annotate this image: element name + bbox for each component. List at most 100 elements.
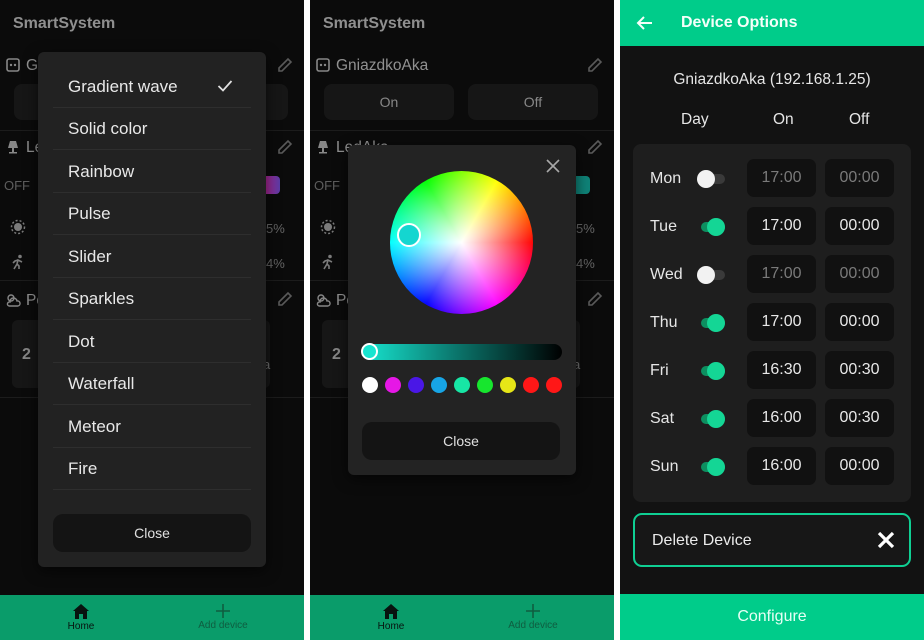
nav-add-label: Add device (508, 620, 558, 631)
on-time-field[interactable]: 16:00 (747, 399, 816, 437)
toggle-thumb (697, 266, 715, 284)
menu-item-label: Pulse (68, 203, 111, 223)
device-heading: GniazdkoAka (192.168.1.25) (673, 71, 871, 88)
preset-color[interactable] (523, 377, 539, 393)
nav-home[interactable]: Home (31, 595, 131, 640)
column-day: Day (681, 111, 709, 128)
day-toggle[interactable] (697, 314, 725, 332)
menu-item-slider[interactable]: Slider (53, 236, 251, 278)
off-time-field[interactable]: 00:00 (825, 159, 894, 197)
brightness-slider-knob[interactable] (361, 343, 378, 360)
plus-icon (526, 604, 540, 618)
color-wheel-handle[interactable] (397, 223, 421, 247)
day-label: Wed (650, 266, 683, 283)
preset-color[interactable] (431, 377, 447, 393)
toggle-thumb (707, 410, 725, 428)
delete-device-label: Delete Device (652, 532, 752, 549)
menu-item-label: Rainbow (68, 161, 135, 181)
day-label: Thu (650, 314, 678, 331)
off-time-field[interactable]: 00:30 (825, 351, 894, 389)
delete-device-button[interactable]: Delete Device (633, 513, 911, 567)
close-button[interactable]: Close (53, 514, 251, 552)
close-icon[interactable] (546, 159, 560, 173)
day-label: Mon (650, 170, 682, 187)
preset-color[interactable] (408, 377, 424, 393)
nav-add-device[interactable]: Add device (483, 595, 583, 640)
off-time-field[interactable]: 00:00 (825, 303, 894, 341)
column-on: On (773, 111, 794, 128)
menu-item-sparkles[interactable]: Sparkles (53, 278, 251, 320)
menu-item-fire[interactable]: Fire (53, 448, 251, 490)
off-time-field[interactable]: 00:00 (825, 447, 894, 485)
toggle-thumb (707, 314, 725, 332)
close-button[interactable]: Close (362, 422, 560, 460)
toggle-thumb (707, 362, 725, 380)
nav-home-label: Home (67, 620, 95, 632)
menu-item-label: Fire (68, 458, 98, 478)
day-label: Sat (650, 410, 675, 427)
nav-add-label: Add device (198, 620, 248, 631)
toggle-thumb (707, 218, 725, 236)
column-off: Off (849, 111, 870, 128)
on-time-field[interactable]: 16:30 (747, 351, 816, 389)
menu-item-label: Slider (68, 246, 112, 266)
menu-item-meteor[interactable]: Meteor (53, 406, 251, 448)
menu-item-rainbow[interactable]: Rainbow (53, 151, 251, 193)
preset-color[interactable] (477, 377, 493, 393)
menu-item-label: Meteor (68, 416, 121, 436)
menu-item-pulse[interactable]: Pulse (53, 193, 251, 235)
on-time-field[interactable]: 17:00 (747, 159, 816, 197)
nav-home[interactable]: Home (341, 595, 441, 640)
preset-color[interactable] (546, 377, 562, 393)
off-time-field[interactable]: 00:00 (825, 255, 894, 293)
home-icon (73, 603, 89, 619)
menu-item-label: Solid color (68, 118, 148, 138)
close-icon (877, 531, 895, 549)
bottom-nav: Home Add device (0, 595, 304, 640)
day-toggle[interactable] (697, 170, 725, 188)
home-screen-color: SmartSystem GniazdkoAka On Off LedAka OF… (310, 0, 614, 640)
nav-add-device[interactable]: Add device (173, 595, 273, 640)
day-toggle[interactable] (697, 266, 725, 284)
plus-icon (216, 604, 230, 618)
preset-color[interactable] (385, 377, 401, 393)
off-time-field[interactable]: 00:00 (825, 207, 894, 245)
on-time-field[interactable]: 17:00 (747, 207, 816, 245)
home-screen-effects: SmartSystem GniazdkoAka On Off LedAka OF… (0, 0, 304, 640)
configure-button[interactable]: Configure (620, 594, 924, 640)
day-label: Fri (650, 362, 669, 379)
toggle-thumb (697, 170, 715, 188)
day-toggle[interactable] (697, 458, 725, 476)
on-time-field[interactable]: 17:00 (747, 255, 816, 293)
back-arrow-icon[interactable] (636, 14, 654, 32)
device-options-screen: Device Options GniazdkoAka (192.168.1.25… (620, 0, 924, 640)
color-picker-dialog: Close (348, 145, 576, 475)
off-time-field[interactable]: 00:30 (825, 399, 894, 437)
screen-title: Device Options (681, 14, 798, 31)
menu-item-dot[interactable]: Dot (53, 321, 251, 363)
home-icon (383, 603, 399, 619)
on-time-field[interactable]: 16:00 (747, 447, 816, 485)
menu-item-gradient-wave[interactable]: Gradient wave (53, 66, 251, 108)
day-toggle[interactable] (697, 218, 725, 236)
day-label: Tue (650, 218, 677, 235)
menu-item-solid-color[interactable]: Solid color (53, 108, 251, 150)
menu-item-label: Gradient wave (68, 76, 178, 96)
day-toggle[interactable] (697, 362, 725, 380)
on-time-field[interactable]: 17:00 (747, 303, 816, 341)
nav-home-label: Home (377, 620, 405, 632)
menu-item-label: Waterfall (68, 373, 135, 393)
menu-item-label: Sparkles (68, 288, 135, 308)
preset-color[interactable] (500, 377, 516, 393)
menu-item-waterfall[interactable]: Waterfall (53, 363, 251, 405)
preset-color[interactable] (362, 377, 378, 393)
toggle-thumb (707, 458, 725, 476)
brightness-slider[interactable] (362, 344, 562, 360)
app-bar: Device Options (620, 0, 924, 46)
effects-menu: Gradient wave Solid color Rainbow Pulse … (38, 52, 266, 567)
day-toggle[interactable] (697, 410, 725, 428)
bottom-nav: Home Add device (310, 595, 614, 640)
day-label: Sun (650, 458, 679, 475)
preset-color[interactable] (454, 377, 470, 393)
menu-item-label: Dot (68, 331, 95, 351)
